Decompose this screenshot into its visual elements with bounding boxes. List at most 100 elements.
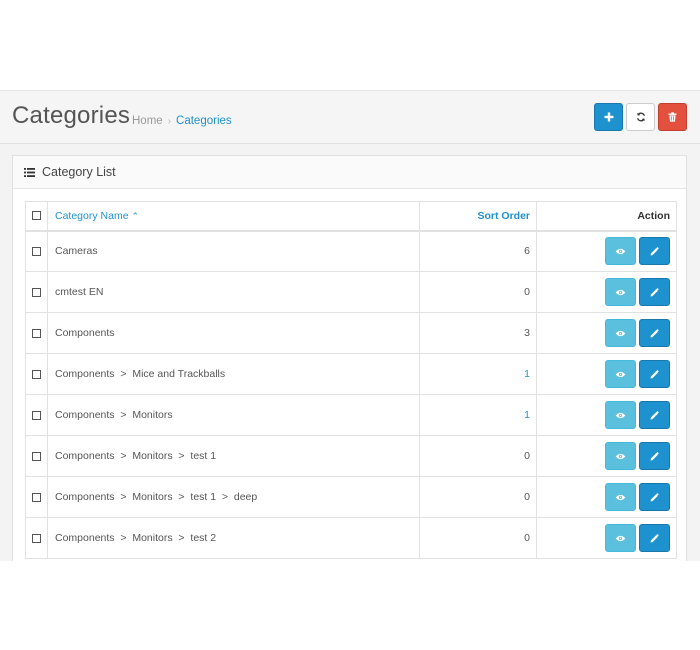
pencil-icon <box>650 328 659 337</box>
eye-icon <box>615 494 626 500</box>
pencil-icon <box>650 451 659 460</box>
table-row: Components 3 <box>25 312 677 354</box>
view-button[interactable] <box>605 401 636 429</box>
column-header-action: Action <box>536 201 677 232</box>
rebuild-button[interactable] <box>626 103 655 131</box>
column-header-sort-order[interactable]: Sort Order <box>419 201 537 232</box>
row-select-cell <box>25 271 48 313</box>
action-cell <box>536 435 677 477</box>
category-name-cell: Components > Monitors > test 1 > deep <box>47 476 420 518</box>
column-header-name[interactable]: Category Name ⌃ <box>47 201 420 232</box>
page-title: Categories <box>12 102 131 129</box>
breadcrumb-categories[interactable]: Categories <box>176 115 232 127</box>
edit-button[interactable] <box>639 278 670 306</box>
row-select-cell <box>25 476 48 518</box>
category-list-panel: Category List Category Name ⌃ Sort Order … <box>12 155 687 561</box>
edit-button[interactable] <box>639 524 670 552</box>
sort-order-cell: 0 <box>419 517 537 559</box>
category-name-cell: Components > Mice and Trackballs <box>47 353 420 395</box>
category-name-cell: Cameras <box>47 230 420 272</box>
row-checkbox[interactable] <box>32 328 41 338</box>
edit-button[interactable] <box>639 401 670 429</box>
row-select-cell <box>25 312 48 354</box>
eye-icon <box>615 330 626 336</box>
row-checkbox[interactable] <box>32 533 41 543</box>
category-name-cell: Components > Monitors > test 1 <box>47 435 420 477</box>
trash-icon <box>668 112 677 122</box>
action-cell <box>536 476 677 518</box>
sort-order-cell: 0 <box>419 271 537 313</box>
edit-button[interactable] <box>639 319 670 347</box>
pencil-icon <box>650 246 659 256</box>
pencil-icon <box>650 533 659 542</box>
list-icon <box>24 167 35 177</box>
row-checkbox[interactable] <box>32 247 41 257</box>
panel-title: Category List <box>42 165 116 179</box>
breadcrumb: Home › Categories <box>132 115 232 127</box>
edit-button[interactable] <box>639 442 670 470</box>
sort-order-cell: 0 <box>419 435 537 477</box>
table-row: Components > Monitors > test 1 > deep 0 <box>25 476 677 518</box>
table-header-row: Category Name ⌃ Sort Order Action <box>25 201 677 232</box>
row-select-cell <box>25 517 48 559</box>
action-cell <box>536 312 677 354</box>
row-select-cell <box>25 394 48 436</box>
row-select-cell <box>25 230 48 272</box>
plus-icon <box>604 112 613 122</box>
panel-heading: Category List <box>13 156 686 189</box>
eye-icon <box>615 535 626 541</box>
select-all-cell <box>25 201 48 232</box>
select-all-checkbox[interactable] <box>32 210 41 220</box>
row-checkbox[interactable] <box>32 451 41 461</box>
row-checkbox[interactable] <box>32 492 41 502</box>
row-checkbox[interactable] <box>32 287 41 297</box>
action-cell <box>536 394 677 436</box>
edit-button[interactable] <box>639 360 670 388</box>
pencil-icon <box>650 410 659 419</box>
breadcrumb-home[interactable]: Home <box>132 115 163 127</box>
eye-icon <box>615 289 626 295</box>
content-area: Categories Home › Categories Category Li… <box>0 90 700 561</box>
row-select-cell <box>25 435 48 477</box>
view-button[interactable] <box>605 442 636 470</box>
add-new-button[interactable] <box>594 103 623 131</box>
category-name-cell: Components > Monitors > test 2 <box>47 517 420 559</box>
view-button[interactable] <box>605 278 636 306</box>
pencil-icon <box>650 492 659 501</box>
category-name-cell: Components > Monitors <box>47 394 420 436</box>
view-button[interactable] <box>605 360 636 388</box>
edit-button[interactable] <box>639 237 670 266</box>
table-row: Components > Monitors 1 <box>25 394 677 436</box>
view-button[interactable] <box>605 237 636 266</box>
sort-asc-icon: ⌃ <box>131 210 140 221</box>
category-name-cell: cmtest EN <box>47 271 420 313</box>
table-body: Cameras 6 cmtest EN 0 Components 3 Components … <box>25 230 677 559</box>
header-actions <box>594 103 687 131</box>
row-checkbox[interactable] <box>32 369 41 379</box>
row-checkbox[interactable] <box>32 410 41 420</box>
edit-button[interactable] <box>639 483 670 511</box>
sort-order-cell: 1 <box>419 353 537 395</box>
eye-icon <box>615 371 626 377</box>
page-header: Categories Home › Categories <box>0 91 700 144</box>
view-button[interactable] <box>605 319 636 347</box>
category-table-wrapper: Category Name ⌃ Sort Order Action Cameras… <box>25 201 677 559</box>
sort-order-cell: 6 <box>419 230 537 272</box>
table-row: Components > Mice and Trackballs 1 <box>25 353 677 395</box>
view-button[interactable] <box>605 524 636 552</box>
delete-button[interactable] <box>658 103 687 131</box>
action-cell <box>536 517 677 559</box>
sort-order-cell: 3 <box>419 312 537 354</box>
table-row: Components > Monitors > test 10 <box>25 435 677 477</box>
view-button[interactable] <box>605 483 636 511</box>
column-header-name-label: Category Name <box>55 209 129 222</box>
table-row: Components > Monitors > test 20 <box>25 517 677 559</box>
row-select-cell <box>25 353 48 395</box>
table-row: Cameras 6 <box>25 230 677 272</box>
action-cell <box>536 230 677 272</box>
eye-icon <box>615 248 626 254</box>
refresh-icon <box>636 112 645 122</box>
breadcrumb-separator-icon: › <box>167 115 172 127</box>
action-cell <box>536 271 677 313</box>
table-row: cmtest EN 0 <box>25 271 677 313</box>
